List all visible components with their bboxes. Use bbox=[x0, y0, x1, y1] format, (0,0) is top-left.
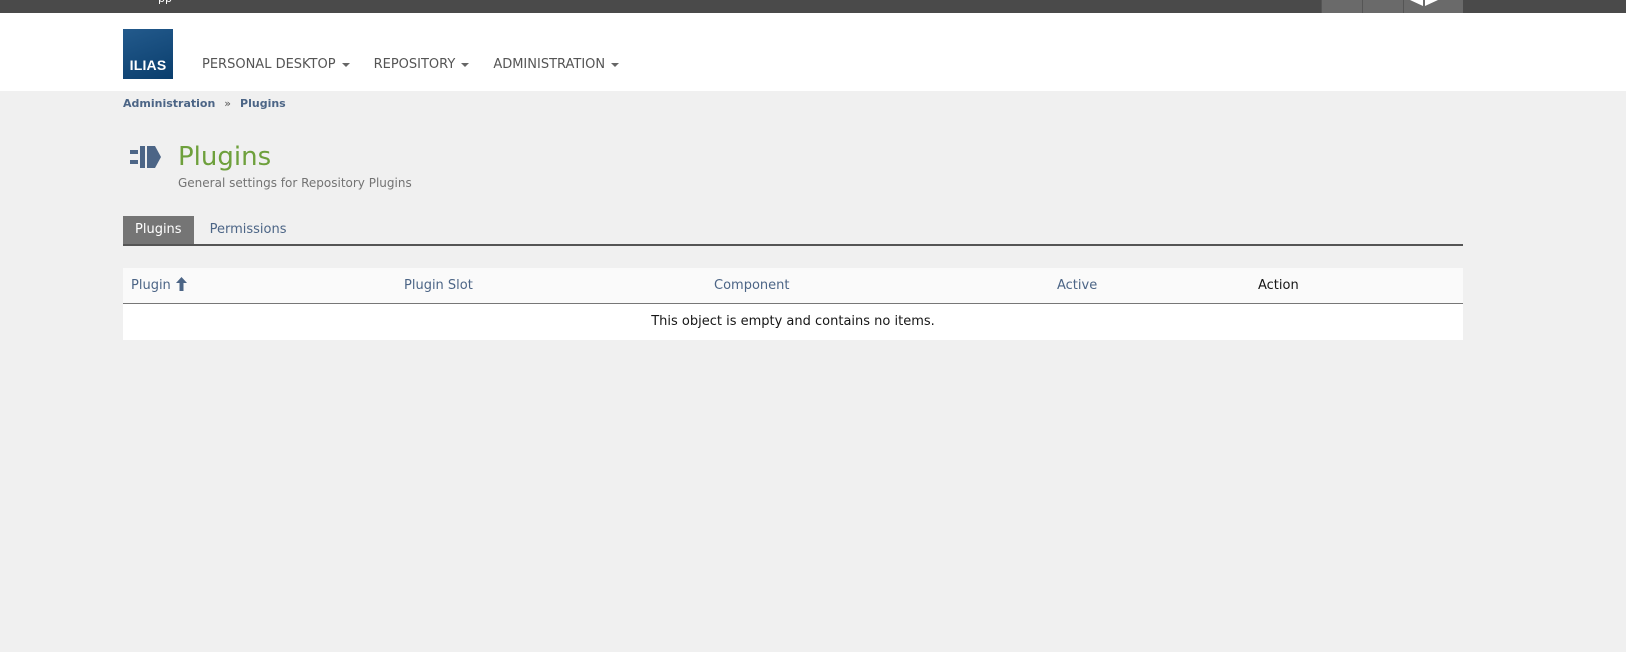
nav-label: PERSONAL DESKTOP bbox=[202, 57, 336, 72]
column-header-component[interactable]: Component bbox=[714, 268, 789, 303]
column-label: Plugin bbox=[131, 278, 171, 293]
plugins-table: Plugin Plugin Slot Component Active Acti… bbox=[123, 268, 1463, 340]
nav-label: ADMINISTRATION bbox=[493, 57, 606, 72]
caret-down-icon bbox=[611, 62, 620, 67]
column-header-plugin[interactable]: Plugin bbox=[131, 268, 187, 303]
breadcrumb-item-administration[interactable]: Administration bbox=[123, 97, 215, 110]
column-header-active[interactable]: Active bbox=[1057, 268, 1097, 303]
tab-bar: Plugins Permissions bbox=[123, 216, 1463, 246]
column-header-action: Action bbox=[1258, 278, 1299, 293]
user-icon bbox=[1410, 0, 1438, 6]
tab-plugins[interactable]: Plugins bbox=[123, 216, 194, 244]
breadcrumb-item-plugins[interactable]: Plugins bbox=[240, 97, 286, 110]
ilias-logo[interactable]: ILIAS bbox=[123, 29, 173, 79]
header: ILIAS PERSONAL DESKTOP REPOSITORY ADMINI… bbox=[0, 13, 1626, 91]
breadcrumb: Administration » Plugins bbox=[123, 97, 286, 110]
plug-icon bbox=[130, 146, 161, 168]
page-description: General settings for Repository Plugins bbox=[178, 176, 412, 190]
breadcrumb-separator: » bbox=[224, 97, 232, 110]
main-navigation: PERSONAL DESKTOP REPOSITORY ADMINISTRATI… bbox=[190, 57, 631, 72]
nav-repository[interactable]: REPOSITORY bbox=[362, 57, 482, 72]
caret-down-icon bbox=[461, 62, 470, 67]
logo-text: ILIAS bbox=[129, 57, 167, 73]
nav-label: REPOSITORY bbox=[373, 57, 456, 72]
page-title: Plugins bbox=[178, 142, 272, 172]
caret-down-icon bbox=[341, 62, 350, 67]
nav-administration[interactable]: ADMINISTRATION bbox=[481, 57, 631, 72]
arrow-up-icon bbox=[175, 277, 187, 291]
tab-permissions[interactable]: Permissions bbox=[194, 216, 299, 244]
table-header: Plugin Plugin Slot Component Active Acti… bbox=[123, 268, 1463, 304]
top-bar-button[interactable] bbox=[1321, 0, 1362, 13]
top-bar-title: pp bbox=[158, 0, 172, 4]
top-bar-user-button[interactable] bbox=[1403, 0, 1463, 13]
top-bar: pp bbox=[0, 0, 1626, 13]
column-header-plugin-slot[interactable]: Plugin Slot bbox=[404, 268, 473, 303]
top-bar-button[interactable] bbox=[1362, 0, 1403, 13]
empty-table-message: This object is empty and contains no ite… bbox=[651, 314, 935, 329]
nav-personal-desktop[interactable]: PERSONAL DESKTOP bbox=[190, 57, 362, 72]
